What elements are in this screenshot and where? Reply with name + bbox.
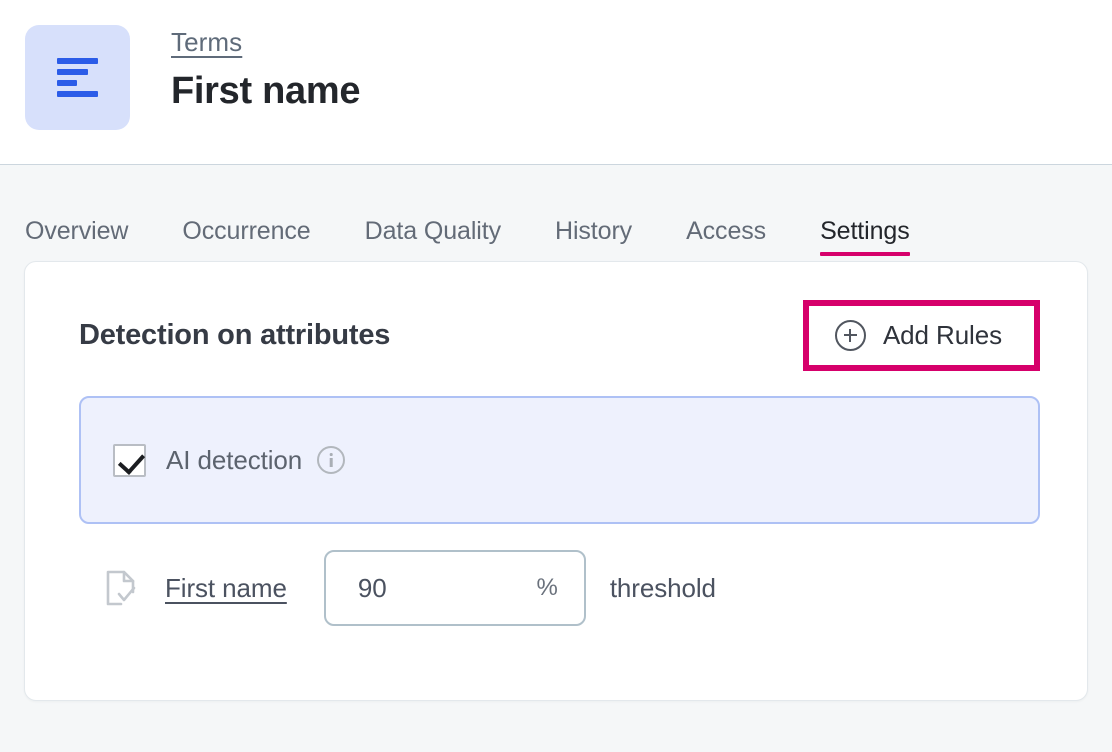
add-rules-highlight-annotation: Add Rules <box>803 300 1040 371</box>
card-header-row: Detection on attributes Add Rules <box>79 306 1040 364</box>
add-rules-button[interactable]: Add Rules <box>809 306 1034 365</box>
detection-rule-row: First name % threshold <box>79 550 1040 626</box>
ai-detection-label: AI detection <box>166 445 302 476</box>
document-check-icon <box>105 570 137 606</box>
tab-occurrence[interactable]: Occurrence <box>155 217 337 261</box>
detection-settings-card: Detection on attributes Add Rules AI det… <box>24 261 1088 701</box>
header-text-block: Terms First name <box>171 25 360 113</box>
tab-history[interactable]: History <box>528 217 659 261</box>
tab-settings[interactable]: Settings <box>793 217 937 261</box>
breadcrumb: Terms <box>171 27 360 58</box>
tab-overview[interactable]: Overview <box>25 217 155 261</box>
terms-line-3 <box>57 80 77 86</box>
threshold-input-group[interactable]: % <box>324 550 586 626</box>
threshold-input[interactable] <box>358 573 478 604</box>
info-circle-icon[interactable] <box>317 446 345 474</box>
page-title: First name <box>171 70 360 113</box>
terms-line-4 <box>57 91 98 97</box>
threshold-suffix-label: threshold <box>610 573 716 604</box>
plus-circle-icon <box>835 320 866 351</box>
section-title: Detection on attributes <box>79 319 390 352</box>
terms-line-2 <box>57 69 88 75</box>
add-rules-button-label: Add Rules <box>883 320 1002 351</box>
breadcrumb-link-terms[interactable]: Terms <box>171 27 242 58</box>
tab-bar: Overview Occurrence Data Quality History… <box>0 165 1112 261</box>
terms-line-1 <box>57 58 98 64</box>
ai-detection-panel[interactable]: AI detection <box>79 396 1040 524</box>
ai-detection-checkbox[interactable] <box>113 444 146 477</box>
attribute-link-first-name[interactable]: First name <box>165 573 287 604</box>
tab-data-quality[interactable]: Data Quality <box>338 217 528 261</box>
percent-unit-label: % <box>536 574 557 602</box>
terms-lines-icon <box>25 25 130 130</box>
page-header: Terms First name <box>0 0 1112 165</box>
tab-access[interactable]: Access <box>659 217 793 261</box>
